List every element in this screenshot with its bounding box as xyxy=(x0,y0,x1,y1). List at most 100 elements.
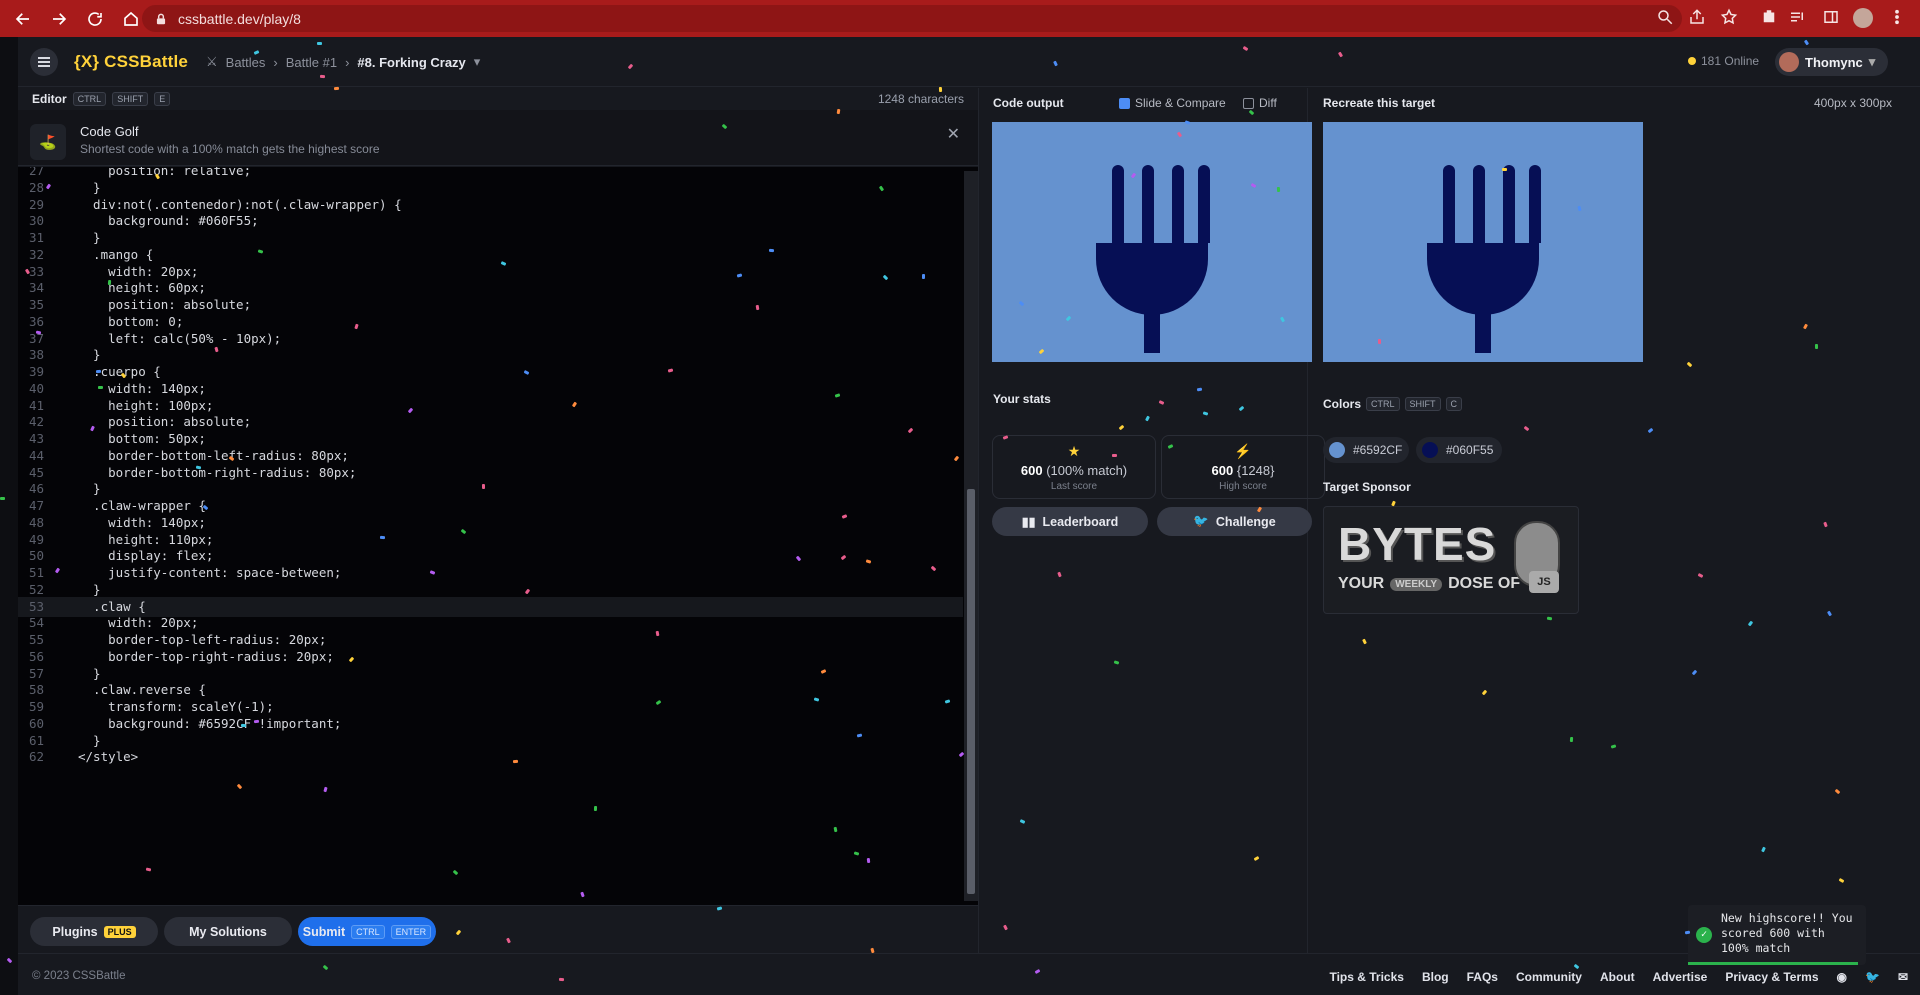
home-icon[interactable] xyxy=(118,6,144,32)
confetti-piece xyxy=(6,957,13,964)
kbd-e: E xyxy=(154,92,171,106)
line-text: height: 100px; xyxy=(78,397,214,413)
color-dot xyxy=(1329,442,1345,458)
mail-icon[interactable]: ✉ xyxy=(1898,970,1908,984)
zoom-icon[interactable] xyxy=(1656,8,1676,28)
twitter-icon[interactable]: 🐦 xyxy=(1865,970,1880,984)
leaderboard-label: Leaderboard xyxy=(1042,514,1119,529)
crumb-battles[interactable]: Battles xyxy=(226,55,266,70)
confetti-piece xyxy=(333,86,340,91)
menu-button[interactable] xyxy=(30,48,58,76)
confetti-piece xyxy=(558,977,565,982)
golf-subtitle: Shortest code with a 100% match gets the… xyxy=(80,142,380,156)
footer-link[interactable]: Tips & Tricks xyxy=(1329,970,1403,984)
my-solutions-button[interactable]: My Solutions xyxy=(164,917,292,946)
highscore-toast[interactable]: ✓ New highscore!! You scored 600 with 10… xyxy=(1688,905,1866,965)
chevron-down-icon[interactable]: ▾ xyxy=(474,54,481,70)
line-text: } xyxy=(78,179,101,195)
confetti-piece xyxy=(1546,616,1553,621)
leaderboard-button[interactable]: ▮▮ Leaderboard xyxy=(992,507,1148,536)
color-chip-light[interactable]: #6592CF xyxy=(1323,437,1409,463)
extensions-icon[interactable] xyxy=(1760,8,1780,28)
footer-link[interactable]: Privacy & Terms xyxy=(1725,970,1818,984)
check-icon: ✓ xyxy=(1696,927,1712,943)
footer-link[interactable]: Advertise xyxy=(1653,970,1708,984)
scroll-thumb[interactable] xyxy=(967,489,975,894)
discord-icon[interactable]: ◉ xyxy=(1837,970,1847,984)
avatar xyxy=(1779,52,1799,72)
line-text: width: 20px; xyxy=(78,263,199,279)
forward-icon[interactable] xyxy=(46,6,72,32)
share-icon[interactable] xyxy=(1688,8,1708,28)
star-icon[interactable] xyxy=(1720,8,1740,28)
online-text: 181 Online xyxy=(1701,54,1760,68)
toast-progress xyxy=(1688,962,1858,965)
sidebar-icon[interactable] xyxy=(1822,8,1842,28)
line-text: background: #6592CF !important; xyxy=(78,715,342,731)
kbd-c: C xyxy=(1445,397,1463,411)
media-icon[interactable] xyxy=(1788,8,1808,28)
high-score-label: High score xyxy=(1219,481,1267,492)
crumb-battle[interactable]: Battle #1 xyxy=(286,55,337,70)
line-text: position: relative; xyxy=(78,167,252,178)
footer-link[interactable]: FAQs xyxy=(1467,970,1498,984)
kbd-ctrl: CTRL xyxy=(351,924,385,939)
challenge-button[interactable]: 🐦 Challenge xyxy=(1157,507,1312,536)
plugins-button[interactable]: Plugins PLUS xyxy=(30,917,158,946)
user-name: Thomync xyxy=(1805,54,1863,70)
back-icon[interactable] xyxy=(10,6,36,32)
line-text: .cuerpo { xyxy=(78,364,161,379)
sponsor-tagline: YOUR WEEKLY DOSE OF xyxy=(1338,575,1520,593)
target-canvas xyxy=(1323,122,1643,362)
sponsor-brand: BYTES xyxy=(1338,518,1497,570)
confetti-piece xyxy=(97,385,104,390)
plugins-label: Plugins xyxy=(52,924,98,939)
line-text: height: 110px; xyxy=(78,531,214,547)
address-bar[interactable]: cssbattle.dev/play/8 xyxy=(142,5,1682,32)
high-score-detail: {1248} xyxy=(1236,463,1275,478)
sponsor-ad[interactable]: BYTES YOUR WEEKLY DOSE OF JS xyxy=(1323,506,1579,614)
reload-icon[interactable] xyxy=(82,6,108,32)
kbd-shift: SHIFT xyxy=(112,92,149,106)
code-editor[interactable]: 27 position: relative; 28 } 29 div:not(.co… xyxy=(18,167,978,905)
output-canvas[interactable] xyxy=(992,122,1312,362)
confetti-piece xyxy=(1111,453,1118,458)
footer-link[interactable]: Community xyxy=(1516,970,1582,984)
line-text: border-top-left-radius: 20px; xyxy=(78,632,327,647)
high-score-card: ⚡ 600 {1248} High score xyxy=(1161,435,1325,499)
editor-scrollbar[interactable] xyxy=(964,171,978,901)
footer-link[interactable]: Blog xyxy=(1422,970,1449,984)
cssbattle-app: {X} CSSBattle ⚔ Battles › Battle #1 › #8… xyxy=(18,37,1920,995)
checkbox-checked-icon[interactable] xyxy=(1119,98,1130,110)
chevron-right-icon: › xyxy=(345,54,350,70)
last-score-card: ★ 600 (100% match) Last score xyxy=(992,435,1156,499)
url-text: cssbattle.dev/play/8 xyxy=(178,10,301,27)
confetti-piece xyxy=(866,857,871,864)
hamburger-icon xyxy=(38,61,50,63)
menu-icon[interactable] xyxy=(1888,8,1908,28)
close-icon[interactable]: ✕ xyxy=(947,124,960,144)
confetti-piece xyxy=(1377,338,1382,345)
color-chip-dark[interactable]: #060F55 xyxy=(1416,437,1502,463)
target-size: 400px x 300px xyxy=(1814,96,1893,110)
profile-avatar[interactable] xyxy=(1853,8,1873,28)
plus-badge: PLUS xyxy=(103,925,136,938)
footer-link[interactable]: About xyxy=(1600,970,1635,984)
diff-toggle[interactable]: Diff xyxy=(1243,96,1277,110)
footer-links: Tips & Tricks Blog FAQs Community About … xyxy=(1329,970,1908,984)
slide-compare-toggle[interactable]: Slide & Compare xyxy=(1119,96,1226,110)
chevron-right-icon: › xyxy=(273,54,278,70)
code-line[interactable]: 62 </style> xyxy=(18,747,963,768)
checkbox-icon[interactable] xyxy=(1243,98,1254,110)
fork-shape xyxy=(1427,165,1541,353)
sponsor-weekly: WEEKLY xyxy=(1390,577,1443,591)
color-hex: #060F55 xyxy=(1446,443,1494,457)
logo[interactable]: {X} CSSBattle xyxy=(74,52,188,72)
line-text: width: 20px; xyxy=(78,615,199,631)
crumb-current[interactable]: #8. Forking Crazy xyxy=(357,55,465,70)
line-text: transform: scaleY(-1); xyxy=(78,699,274,714)
user-menu[interactable]: Thomync ▾ xyxy=(1775,48,1888,76)
submit-button[interactable]: Submit CTRL ENTER xyxy=(298,917,436,946)
line-text: position: absolute; xyxy=(78,414,252,430)
target-panel: Recreate this target 400px x 300px Color… xyxy=(1308,88,1920,953)
